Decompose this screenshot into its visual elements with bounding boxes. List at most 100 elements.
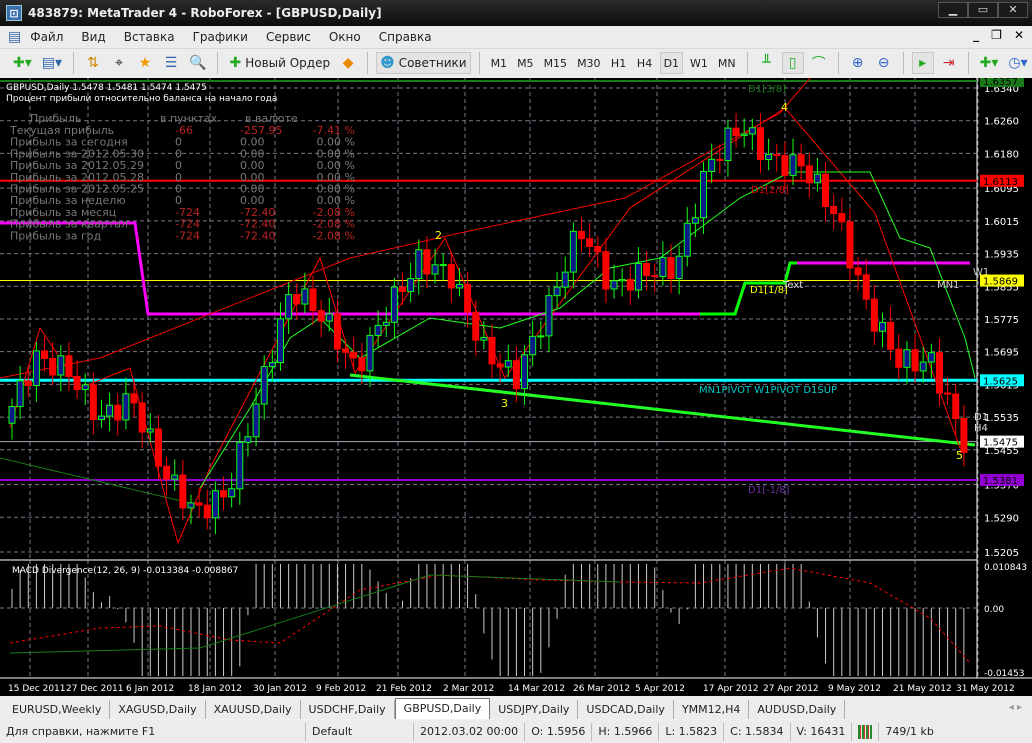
periods-icon[interactable]: ◷▾ — [1005, 52, 1030, 74]
new-order-button[interactable]: ✚ Новый Ордер — [226, 52, 333, 74]
price-tick: 1.5695 — [984, 348, 1019, 359]
chart-tab[interactable]: USDJPY,Daily — [490, 700, 579, 719]
chart-tab[interactable]: YMM12,H4 — [674, 700, 750, 719]
status-low: L: 1.5823 — [659, 722, 725, 741]
new-chart-icon[interactable]: ✚▾ — [10, 52, 35, 74]
chart-shift-icon[interactable]: ⇥ — [938, 52, 960, 74]
chart-tab[interactable]: EURUSD,Weekly — [4, 700, 111, 719]
market-watch-icon[interactable]: ⇅ — [82, 52, 104, 74]
price-label: 1.5381 — [983, 476, 1018, 487]
indicators-icon[interactable]: ✚▾ — [977, 52, 1002, 74]
candle-body — [399, 286, 407, 293]
tester-icon[interactable]: 🔍 — [186, 52, 209, 74]
candle-body — [439, 263, 447, 266]
candle-body — [89, 384, 97, 421]
candle-body — [602, 251, 610, 290]
candlestick-icon[interactable]: ▯ — [781, 52, 804, 74]
timeframe-d1[interactable]: D1 — [659, 52, 684, 74]
profiles-icon[interactable]: ▤▾ — [39, 52, 65, 74]
experts-button[interactable]: ☻ Советники — [376, 52, 471, 74]
minimize-button[interactable]: ▁ — [938, 2, 968, 18]
bar-chart-icon[interactable]: ╨ — [756, 52, 778, 74]
timeframe-h1[interactable]: H1 — [608, 52, 630, 74]
tab-scroll-arrows[interactable]: ◂ ▸ — [1009, 702, 1022, 713]
macd-title: MACD Divergence(12, 26, 9) -0.013384 -0.… — [12, 566, 238, 576]
chart-tab[interactable]: USDCAD,Daily — [578, 700, 674, 719]
menu-help[interactable]: Справка — [370, 30, 441, 44]
zoom-in-icon[interactable]: ⊕ — [847, 52, 869, 74]
label-d1-minus-1-8: D1[-1/8] — [748, 485, 790, 496]
timeframe-mn[interactable]: MN — [715, 52, 739, 74]
timeframe-h4[interactable]: H4 — [634, 52, 656, 74]
price-label: 1.5869 — [983, 277, 1018, 288]
status-volume: V: 16431 — [791, 722, 853, 741]
status-open: O: 1.5956 — [525, 722, 593, 741]
timeframe-m15[interactable]: M15 — [541, 52, 571, 74]
candle-body — [569, 230, 577, 273]
status-help: Для справки, нажмите F1 — [0, 722, 306, 741]
chart-tab[interactable]: AUDUSD,Daily — [749, 700, 846, 719]
candle-body — [228, 488, 236, 498]
candle-body — [830, 205, 838, 215]
date-tick: 27 Dec 2011 — [66, 684, 124, 694]
candle-body — [179, 474, 187, 509]
date-tick: 21 May 2012 — [893, 684, 952, 694]
date-tick: 9 May 2012 — [828, 684, 881, 694]
line-chart-icon[interactable]: ⌒ — [808, 52, 830, 74]
candle-body — [236, 441, 244, 490]
autoscroll-icon[interactable]: ▸ — [911, 52, 934, 74]
macd-tick: 0.00 — [984, 605, 1004, 615]
candle-body — [903, 349, 911, 368]
crosshair-icon[interactable]: ⌖ — [108, 52, 130, 74]
candle-body — [366, 334, 374, 372]
price-label: 1.6357 — [983, 78, 1018, 88]
chart-header: GBPUSD,Daily 1.5478 1.5481 1.5474 1.5475 — [6, 83, 207, 93]
candle-body — [521, 354, 529, 390]
timeframe-m1[interactable]: M1 — [488, 52, 511, 74]
candle-body — [838, 213, 846, 223]
candle-body — [163, 465, 171, 480]
menu-charts[interactable]: Графики — [184, 30, 257, 44]
candle-body — [187, 502, 195, 509]
status-profile: Default — [306, 722, 414, 741]
alert-icon[interactable]: ◆ — [337, 52, 359, 74]
candle-body — [895, 348, 903, 368]
chart-window[interactable]: GBPUSD,Daily 1.5478 1.5481 1.5474 1.5475… — [0, 75, 1032, 696]
menu-view[interactable]: Вид — [72, 30, 114, 44]
chart-tab[interactable]: GBPUSD,Daily — [394, 698, 491, 719]
candle-body — [260, 366, 268, 405]
zoom-out-icon[interactable]: ⊖ — [873, 52, 895, 74]
mdi-minimize-button[interactable]: _ — [973, 28, 979, 42]
menu-tools[interactable]: Сервис — [257, 30, 320, 44]
chart-tab[interactable]: XAUUSD,Daily — [206, 700, 301, 719]
close-button[interactable]: ✕ — [998, 2, 1028, 18]
macd-tick: -0.01453 — [984, 669, 1024, 679]
candle-body — [317, 310, 325, 322]
macd-tick: 0.010843 — [984, 563, 1027, 573]
maximize-button[interactable]: ▭ — [968, 2, 998, 18]
candle-body — [862, 274, 870, 300]
candle-body — [529, 335, 537, 356]
timeframe-m30[interactable]: M30 — [574, 52, 604, 74]
mdi-close-button[interactable]: ✕ — [1014, 28, 1024, 42]
navigator-icon[interactable]: ★ — [134, 52, 156, 74]
price-tick: 1.6015 — [984, 217, 1019, 228]
menu-file[interactable]: Файл — [21, 30, 72, 44]
menu-window[interactable]: Окно — [320, 30, 370, 44]
chart-tab[interactable]: USDCHF,Daily — [301, 700, 395, 719]
profit-table-cell: -724 — [175, 229, 200, 242]
chart-tab[interactable]: XAGUSD,Daily — [110, 700, 206, 719]
label-d1-2-8: D1[2/8] — [751, 185, 789, 196]
chart-canvas[interactable]: GBPUSD,Daily 1.5478 1.5481 1.5474 1.5475… — [0, 75, 1032, 696]
chart-window-icon[interactable]: ▤ — [8, 29, 21, 45]
candle-body — [342, 348, 350, 353]
candle-body — [220, 490, 228, 498]
mdi-restore-button[interactable]: ❐ — [991, 28, 1002, 42]
candle-body — [122, 393, 130, 421]
candle-body — [659, 257, 667, 278]
timeframe-w1[interactable]: W1 — [687, 52, 711, 74]
terminal-icon[interactable]: ☰ — [160, 52, 182, 74]
timeframe-m5[interactable]: M5 — [514, 52, 537, 74]
menu-insert[interactable]: Вставка — [115, 30, 184, 44]
trend-line — [349, 373, 976, 447]
